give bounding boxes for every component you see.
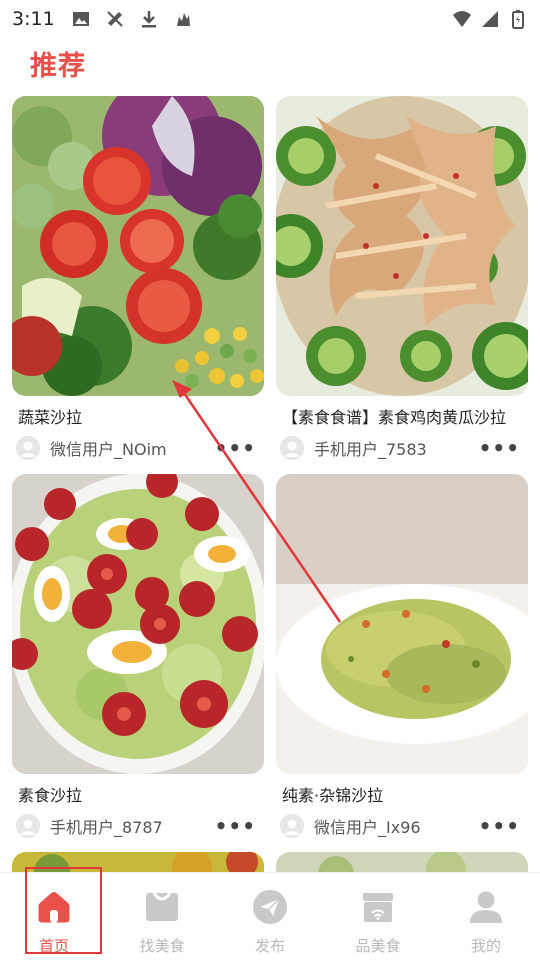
recipe-image-chicken-cucumber-salad[interactable] <box>276 96 528 396</box>
author-name[interactable]: 微信用户_NOim <box>50 436 215 460</box>
more-options-icon[interactable]: ••• <box>479 436 520 460</box>
more-options-icon[interactable]: ••• <box>215 436 256 460</box>
more-options-icon[interactable]: ••• <box>479 814 520 838</box>
recipe-card[interactable]: 纯素·杂锦沙拉 微信用户_Ix96 ••• <box>276 474 528 844</box>
author-name[interactable]: 手机用户_8787 <box>50 814 215 838</box>
nav-label-find-food: 找美食 <box>139 937 185 955</box>
feed-column-right: 【素食食谱】素食鸡肉黄瓜沙拉 手机用户_7583 ••• 纯素·杂锦沙拉 微信用… <box>276 96 528 872</box>
recipe-title[interactable]: 【素食食谱】素食鸡肉黄瓜沙拉 <box>276 406 528 430</box>
recipe-author-row: 手机用户_7583 ••• <box>276 430 528 466</box>
wifi-icon <box>453 11 471 27</box>
shop-icon <box>358 887 398 927</box>
recipe-title[interactable]: 纯素·杂锦沙拉 <box>276 784 528 808</box>
nav-label-mine: 我的 <box>470 937 501 955</box>
no-signal-icon <box>106 11 123 27</box>
feed-column-left: 蔬菜沙拉 微信用户_NOim ••• 素食沙拉 手机用户_8787 ••• <box>12 96 264 872</box>
cellular-signal-icon <box>482 11 498 27</box>
image-icon <box>72 12 89 26</box>
nav-label-taste-food: 品美食 <box>355 937 401 955</box>
status-time: 3:11 <box>12 8 55 30</box>
recipe-card-partial[interactable] <box>276 852 528 872</box>
recipe-image-vegetable-salad[interactable] <box>12 96 264 396</box>
more-options-icon[interactable]: ••• <box>215 814 256 838</box>
avatar[interactable] <box>280 814 304 838</box>
recipe-author-row: 微信用户_NOim ••• <box>12 430 264 466</box>
recipe-card[interactable]: 素食沙拉 手机用户_8787 ••• <box>12 474 264 844</box>
nav-label-publish: 发布 <box>254 937 285 955</box>
recipe-card[interactable]: 【素食食谱】素食鸡肉黄瓜沙拉 手机用户_7583 ••• <box>276 96 528 466</box>
recipe-image-plain-salad[interactable] <box>12 474 264 774</box>
recipe-author-row: 微信用户_Ix96 ••• <box>276 808 528 844</box>
send-icon <box>250 887 290 927</box>
user-icon <box>466 887 506 927</box>
nav-item-taste-food[interactable]: 品美食 <box>324 873 432 960</box>
recipe-image-mixed-salad[interactable] <box>276 474 528 774</box>
author-name[interactable]: 微信用户_Ix96 <box>314 814 479 838</box>
author-name[interactable]: 手机用户_7583 <box>314 436 479 460</box>
annotation-highlight-box <box>25 867 102 954</box>
default-avatar-icon <box>16 814 40 838</box>
default-avatar-icon <box>280 814 304 838</box>
recipe-author-row: 手机用户_8787 ••• <box>12 808 264 844</box>
nav-item-mine[interactable]: 我的 <box>432 873 540 960</box>
app-notification-icon <box>176 13 190 26</box>
recipe-card[interactable]: 蔬菜沙拉 微信用户_NOim ••• <box>12 96 264 466</box>
avatar[interactable] <box>16 436 40 460</box>
nav-item-find-food[interactable]: 找美食 <box>108 873 216 960</box>
download-icon <box>141 11 156 28</box>
battery-charging-icon <box>512 10 524 29</box>
status-bar: 3:11 <box>0 0 540 38</box>
default-avatar-icon <box>16 436 40 460</box>
app-screen: 3:11 推荐 蔬菜沙拉 微信用户_NOim ••• 素食沙拉 手机用户_878… <box>0 0 540 960</box>
recipe-feed[interactable]: 蔬菜沙拉 微信用户_NOim ••• 素食沙拉 手机用户_8787 ••• 【素… <box>12 96 528 872</box>
default-avatar-icon <box>280 436 304 460</box>
recipe-title[interactable]: 素食沙拉 <box>12 784 264 808</box>
nav-item-publish[interactable]: 发布 <box>216 873 324 960</box>
bag-icon <box>142 887 182 927</box>
avatar[interactable] <box>16 814 40 838</box>
page-title: 推荐 <box>30 51 86 82</box>
recipe-title[interactable]: 蔬菜沙拉 <box>12 406 264 430</box>
avatar[interactable] <box>280 436 304 460</box>
